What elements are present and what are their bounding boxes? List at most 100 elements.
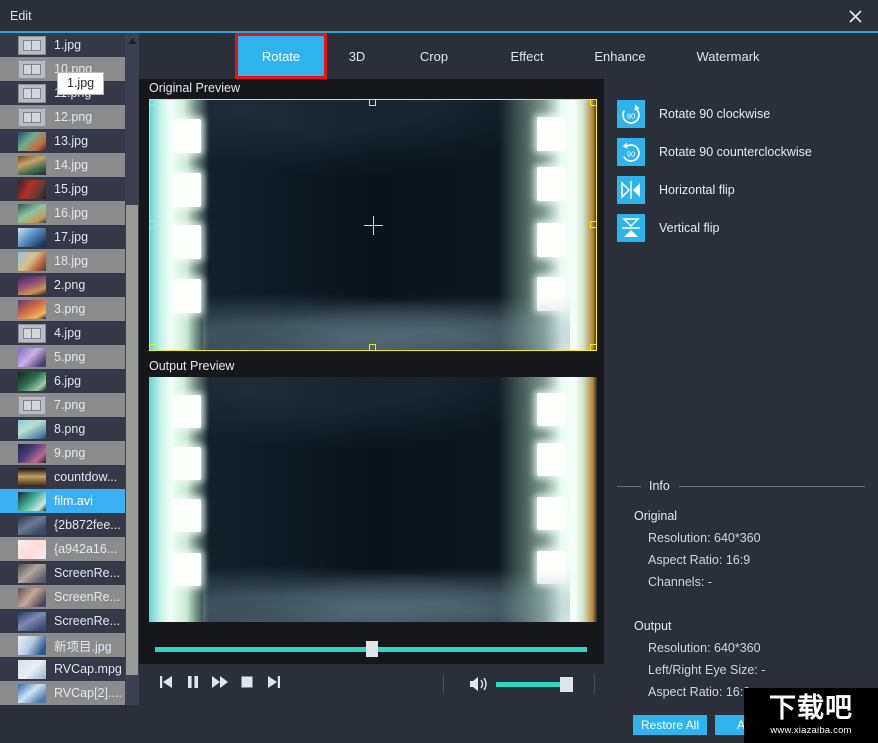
file-thumbnail bbox=[18, 300, 46, 319]
tab-watermark[interactable]: Watermark bbox=[676, 33, 780, 79]
rotate-ccw-90-icon: 90 bbox=[617, 138, 645, 166]
file-list[interactable]: 1.jpg10.png11.png12.png13.jpg14.jpg15.jp… bbox=[0, 33, 132, 743]
seek-slider-thumb[interactable] bbox=[366, 641, 378, 657]
pause-button[interactable] bbox=[182, 674, 204, 694]
rotate-option-rotate-90-clockwise[interactable]: 90Rotate 90 clockwise bbox=[617, 100, 770, 128]
file-list-item[interactable]: ScreenRe... bbox=[0, 561, 132, 585]
preview-area: Original Preview bbox=[139, 79, 604, 664]
info-header: Info bbox=[617, 479, 865, 493]
file-list-item[interactable]: RVCap[2].... bbox=[0, 681, 132, 705]
file-list-item-label: 14.jpg bbox=[54, 158, 88, 172]
close-button[interactable] bbox=[832, 0, 878, 32]
info-header-label: Info bbox=[649, 479, 670, 493]
rotate-option-vertical-flip[interactable]: Vertical flip bbox=[617, 214, 719, 242]
file-list-item-label: 2.png bbox=[54, 278, 85, 292]
file-list-item[interactable]: 14.jpg bbox=[0, 153, 132, 177]
tab-rotate[interactable]: Rotate bbox=[238, 33, 324, 79]
stop-button[interactable] bbox=[236, 674, 258, 694]
file-list-item-label: 6.jpg bbox=[54, 374, 81, 388]
edit-tab-bar[interactable]: Rotate3D Crop Effect Enhance Watermark bbox=[139, 33, 878, 79]
file-thumbnail bbox=[18, 372, 46, 391]
file-thumbnail bbox=[18, 228, 46, 247]
edit-window: Edit 1.jpg10.png11.png12.png13.jpg14.jpg… bbox=[0, 0, 878, 743]
file-list-item[interactable]: ScreenRe... bbox=[0, 609, 132, 633]
file-list-item[interactable]: 9.png bbox=[0, 441, 132, 465]
next-button[interactable] bbox=[263, 674, 285, 694]
file-list-item[interactable]: {a942a16... bbox=[0, 537, 132, 561]
tab-enhance[interactable]: Enhance bbox=[578, 33, 662, 79]
file-list-item[interactable]: 4.jpg bbox=[0, 321, 132, 345]
player-controls: 00:00:04/00:00:08 bbox=[139, 664, 604, 704]
file-list-item[interactable]: 1.jpg bbox=[0, 33, 132, 57]
speaker-icon[interactable] bbox=[469, 676, 489, 692]
file-list-item[interactable]: 3.png bbox=[0, 297, 132, 321]
rotate-cw-90-icon: 90 bbox=[617, 100, 645, 128]
watermark-logo: 下载吧 bbox=[769, 695, 853, 722]
file-list-item-label: 13.jpg bbox=[54, 134, 88, 148]
file-list-item[interactable]: 8.png bbox=[0, 417, 132, 441]
close-icon bbox=[848, 9, 863, 24]
file-list-item-label: 8.png bbox=[54, 422, 85, 436]
file-thumbnail bbox=[18, 684, 46, 703]
file-list-item[interactable]: {2b872fee... bbox=[0, 513, 132, 537]
file-thumbnail bbox=[18, 252, 46, 271]
info-output-group: Output bbox=[634, 619, 672, 633]
tab-label: Crop bbox=[420, 49, 448, 64]
triangle-up-icon bbox=[128, 38, 137, 44]
file-list-item[interactable]: 2.png bbox=[0, 273, 132, 297]
skip-previous-icon bbox=[158, 674, 174, 695]
file-thumbnail bbox=[18, 564, 46, 583]
original-preview[interactable] bbox=[149, 99, 597, 351]
svg-text:90: 90 bbox=[627, 150, 635, 159]
info-original-aspect-ratio: Aspect Ratio: 16:9 bbox=[648, 553, 750, 567]
tab-3d[interactable]: 3D bbox=[330, 33, 384, 79]
file-list-item[interactable]: 6.jpg bbox=[0, 369, 132, 393]
control-separator-1 bbox=[443, 674, 444, 694]
file-list-item-label: 7.png bbox=[54, 398, 85, 412]
file-list-item[interactable]: countdow... bbox=[0, 465, 132, 489]
scroll-up-button[interactable] bbox=[125, 33, 139, 48]
rotate-option-rotate-90-counterclockwise[interactable]: 90Rotate 90 counterclockwise bbox=[617, 138, 812, 166]
file-list-item[interactable]: 18.jpg bbox=[0, 249, 132, 273]
file-thumbnail bbox=[18, 132, 46, 151]
file-list-item[interactable]: 15.jpg bbox=[0, 177, 132, 201]
file-list-item[interactable]: film.avi bbox=[0, 489, 132, 513]
file-list-scrollbar[interactable] bbox=[125, 33, 139, 743]
output-preview-frame bbox=[149, 377, 597, 622]
options-panel: Info Original Resolution: 640*360 Aspect… bbox=[604, 79, 878, 704]
tab-crop[interactable]: Crop bbox=[398, 33, 470, 79]
fast-forward-button[interactable] bbox=[209, 674, 231, 694]
file-list-item[interactable]: ScreenRe... bbox=[0, 585, 132, 609]
previous-button[interactable] bbox=[155, 674, 177, 694]
seek-bar-area bbox=[139, 636, 604, 664]
scrollbar-thumb[interactable] bbox=[126, 205, 138, 675]
rotate-option-label: Horizontal flip bbox=[659, 183, 735, 197]
file-list-item[interactable]: 16.jpg bbox=[0, 201, 132, 225]
output-preview[interactable] bbox=[149, 377, 597, 622]
file-list-item[interactable]: 新项目.jpg bbox=[0, 633, 132, 657]
file-thumbnail bbox=[18, 492, 46, 511]
tab-effect[interactable]: Effect bbox=[488, 33, 566, 79]
volume-slider-thumb[interactable] bbox=[560, 677, 573, 692]
rotate-option-label: Vertical flip bbox=[659, 221, 719, 235]
file-list-item-label: 9.png bbox=[54, 446, 85, 460]
filmstrip-icon bbox=[18, 36, 46, 55]
file-list-item[interactable]: 5.png bbox=[0, 345, 132, 369]
file-list-item[interactable]: RVCap.mpg bbox=[0, 657, 132, 681]
file-list-item[interactable]: 17.jpg bbox=[0, 225, 132, 249]
watermark-url: www.xiazaiba.com bbox=[770, 725, 851, 736]
filmstrip-icon bbox=[18, 108, 46, 127]
filmstrip-icon bbox=[18, 324, 46, 343]
restore-all-button[interactable]: Restore All bbox=[633, 715, 707, 735]
stop-icon bbox=[240, 675, 254, 694]
file-list-item-label: 4.jpg bbox=[54, 326, 81, 340]
tab-label: Enhance bbox=[594, 49, 645, 64]
file-list-item[interactable]: 7.png bbox=[0, 393, 132, 417]
rotate-option-horizontal-flip[interactable]: Horizontal flip bbox=[617, 176, 735, 204]
output-preview-label: Output Preview bbox=[149, 359, 234, 373]
site-watermark: 下载吧 www.xiazaiba.com bbox=[744, 688, 878, 743]
file-list-item[interactable]: 13.jpg bbox=[0, 129, 132, 153]
file-list-item[interactable]: 12.png bbox=[0, 105, 132, 129]
info-output-aspect-ratio: Aspect Ratio: 16:9 bbox=[648, 685, 750, 699]
info-original-group: Original bbox=[634, 509, 677, 523]
